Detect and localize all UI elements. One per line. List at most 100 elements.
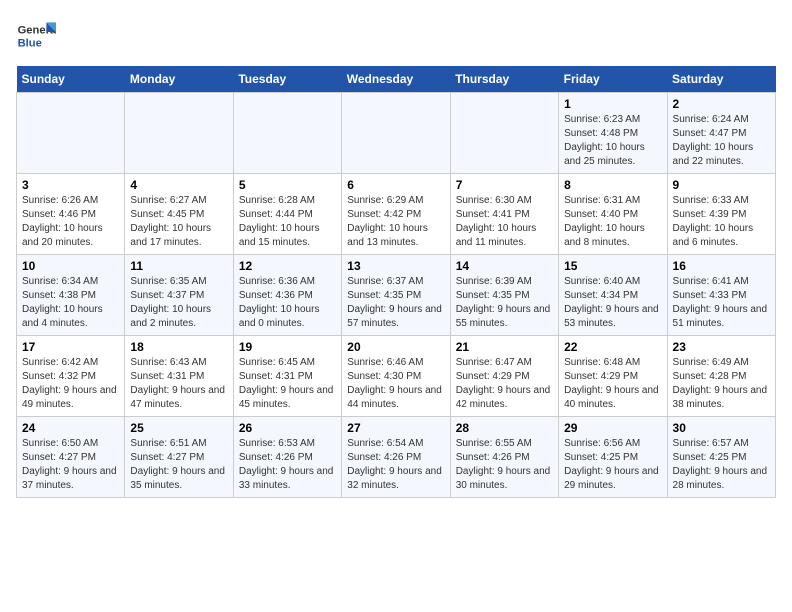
day-info: Sunrise: 6:42 AMSunset: 4:32 PMDaylight:… bbox=[22, 356, 119, 412]
day-info: Sunrise: 6:23 AMSunset: 4:48 PMDaylight:… bbox=[564, 113, 661, 169]
day-number: 1 bbox=[564, 97, 661, 111]
day-info: Sunrise: 6:43 AMSunset: 4:31 PMDaylight:… bbox=[130, 356, 227, 412]
calendar-day-cell: 9 Sunrise: 6:33 AMSunset: 4:39 PMDaylight… bbox=[667, 174, 775, 255]
calendar-day-cell: 6 Sunrise: 6:29 AMSunset: 4:42 PMDaylight… bbox=[342, 174, 450, 255]
day-info: Sunrise: 6:41 AMSunset: 4:33 PMDaylight:… bbox=[673, 275, 770, 331]
calendar-day-cell bbox=[17, 93, 125, 174]
calendar-day-cell: 16 Sunrise: 6:41 AMSunset: 4:33 PMDayligh… bbox=[667, 255, 775, 336]
day-number: 15 bbox=[564, 259, 661, 273]
day-info: Sunrise: 6:49 AMSunset: 4:28 PMDaylight:… bbox=[673, 356, 770, 412]
day-number: 7 bbox=[456, 178, 553, 192]
day-info: Sunrise: 6:26 AMSunset: 4:46 PMDaylight:… bbox=[22, 194, 119, 250]
day-info: Sunrise: 6:31 AMSunset: 4:40 PMDaylight:… bbox=[564, 194, 661, 250]
weekday-header: Wednesday bbox=[342, 66, 450, 93]
calendar-day-cell: 5 Sunrise: 6:28 AMSunset: 4:44 PMDaylight… bbox=[233, 174, 341, 255]
day-number: 14 bbox=[456, 259, 553, 273]
calendar-day-cell bbox=[342, 93, 450, 174]
day-info: Sunrise: 6:29 AMSunset: 4:42 PMDaylight:… bbox=[347, 194, 444, 250]
calendar-day-cell: 23 Sunrise: 6:49 AMSunset: 4:28 PMDayligh… bbox=[667, 336, 775, 417]
calendar-day-cell: 11 Sunrise: 6:35 AMSunset: 4:37 PMDayligh… bbox=[125, 255, 233, 336]
calendar-day-cell: 18 Sunrise: 6:43 AMSunset: 4:31 PMDayligh… bbox=[125, 336, 233, 417]
calendar-day-cell: 29 Sunrise: 6:56 AMSunset: 4:25 PMDayligh… bbox=[559, 417, 667, 498]
calendar-day-cell: 24 Sunrise: 6:50 AMSunset: 4:27 PMDayligh… bbox=[17, 417, 125, 498]
day-info: Sunrise: 6:54 AMSunset: 4:26 PMDaylight:… bbox=[347, 437, 444, 493]
day-info: Sunrise: 6:27 AMSunset: 4:45 PMDaylight:… bbox=[130, 194, 227, 250]
day-number: 17 bbox=[22, 340, 119, 354]
day-info: Sunrise: 6:50 AMSunset: 4:27 PMDaylight:… bbox=[22, 437, 119, 493]
weekday-header: Friday bbox=[559, 66, 667, 93]
day-number: 23 bbox=[673, 340, 770, 354]
day-info: Sunrise: 6:36 AMSunset: 4:36 PMDaylight:… bbox=[239, 275, 336, 331]
day-info: Sunrise: 6:39 AMSunset: 4:35 PMDaylight:… bbox=[456, 275, 553, 331]
calendar-table: SundayMondayTuesdayWednesdayThursdayFrid… bbox=[16, 66, 776, 498]
day-info: Sunrise: 6:48 AMSunset: 4:29 PMDaylight:… bbox=[564, 356, 661, 412]
day-number: 6 bbox=[347, 178, 444, 192]
calendar-day-cell: 27 Sunrise: 6:54 AMSunset: 4:26 PMDayligh… bbox=[342, 417, 450, 498]
day-info: Sunrise: 6:45 AMSunset: 4:31 PMDaylight:… bbox=[239, 356, 336, 412]
weekday-header-row: SundayMondayTuesdayWednesdayThursdayFrid… bbox=[17, 66, 776, 93]
calendar-day-cell: 8Sunrise: 6:31 AMSunset: 4:40 PMDaylight… bbox=[559, 174, 667, 255]
day-number: 10 bbox=[22, 259, 119, 273]
day-info: Sunrise: 6:53 AMSunset: 4:26 PMDaylight:… bbox=[239, 437, 336, 493]
calendar-week-row: 10 Sunrise: 6:34 AMSunset: 4:38 PMDayligh… bbox=[17, 255, 776, 336]
day-info: Sunrise: 6:47 AMSunset: 4:29 PMDaylight:… bbox=[456, 356, 553, 412]
weekday-header: Monday bbox=[125, 66, 233, 93]
day-number: 12 bbox=[239, 259, 336, 273]
day-info: Sunrise: 6:35 AMSunset: 4:37 PMDaylight:… bbox=[130, 275, 227, 331]
day-number: 30 bbox=[673, 421, 770, 435]
day-number: 26 bbox=[239, 421, 336, 435]
calendar-day-cell: 7 Sunrise: 6:30 AMSunset: 4:41 PMDaylight… bbox=[450, 174, 558, 255]
day-number: 24 bbox=[22, 421, 119, 435]
day-number: 5 bbox=[239, 178, 336, 192]
day-number: 20 bbox=[347, 340, 444, 354]
calendar-day-cell: 25 Sunrise: 6:51 AMSunset: 4:27 PMDayligh… bbox=[125, 417, 233, 498]
calendar-day-cell: 14 Sunrise: 6:39 AMSunset: 4:35 PMDayligh… bbox=[450, 255, 558, 336]
day-number: 22 bbox=[564, 340, 661, 354]
calendar-day-cell: 12 Sunrise: 6:36 AMSunset: 4:36 PMDayligh… bbox=[233, 255, 341, 336]
day-number: 19 bbox=[239, 340, 336, 354]
day-info: Sunrise: 6:55 AMSunset: 4:26 PMDaylight:… bbox=[456, 437, 553, 493]
calendar-week-row: 24 Sunrise: 6:50 AMSunset: 4:27 PMDayligh… bbox=[17, 417, 776, 498]
weekday-header: Sunday bbox=[17, 66, 125, 93]
calendar-day-cell: 28 Sunrise: 6:55 AMSunset: 4:26 PMDayligh… bbox=[450, 417, 558, 498]
day-number: 28 bbox=[456, 421, 553, 435]
calendar-week-row: 1 Sunrise: 6:23 AMSunset: 4:48 PMDaylight… bbox=[17, 93, 776, 174]
day-number: 3 bbox=[22, 178, 119, 192]
day-number: 18 bbox=[130, 340, 227, 354]
calendar-day-cell: 20 Sunrise: 6:46 AMSunset: 4:30 PMDayligh… bbox=[342, 336, 450, 417]
calendar-day-cell bbox=[233, 93, 341, 174]
day-number: 25 bbox=[130, 421, 227, 435]
day-info: Sunrise: 6:37 AMSunset: 4:35 PMDaylight:… bbox=[347, 275, 444, 331]
day-number: 2 bbox=[673, 97, 770, 111]
calendar-day-cell: 22 Sunrise: 6:48 AMSunset: 4:29 PMDayligh… bbox=[559, 336, 667, 417]
day-number: 4 bbox=[130, 178, 227, 192]
day-number: 27 bbox=[347, 421, 444, 435]
day-info: Sunrise: 6:33 AMSunset: 4:39 PMDaylight:… bbox=[673, 194, 770, 250]
calendar-day-cell: 30Sunrise: 6:57 AMSunset: 4:25 PMDayligh… bbox=[667, 417, 775, 498]
calendar-day-cell: 2Sunrise: 6:24 AMSunset: 4:47 PMDaylight… bbox=[667, 93, 775, 174]
calendar-day-cell: 1 Sunrise: 6:23 AMSunset: 4:48 PMDaylight… bbox=[559, 93, 667, 174]
weekday-header: Tuesday bbox=[233, 66, 341, 93]
calendar-day-cell: 15Sunrise: 6:40 AMSunset: 4:34 PMDayligh… bbox=[559, 255, 667, 336]
day-number: 9 bbox=[673, 178, 770, 192]
calendar-day-cell: 10 Sunrise: 6:34 AMSunset: 4:38 PMDayligh… bbox=[17, 255, 125, 336]
day-info: Sunrise: 6:46 AMSunset: 4:30 PMDaylight:… bbox=[347, 356, 444, 412]
logo: General Blue bbox=[16, 16, 60, 56]
calendar-day-cell: 4 Sunrise: 6:27 AMSunset: 4:45 PMDaylight… bbox=[125, 174, 233, 255]
svg-text:Blue: Blue bbox=[18, 37, 42, 49]
weekday-header: Saturday bbox=[667, 66, 775, 93]
day-info: Sunrise: 6:28 AMSunset: 4:44 PMDaylight:… bbox=[239, 194, 336, 250]
day-info: Sunrise: 6:34 AMSunset: 4:38 PMDaylight:… bbox=[22, 275, 119, 331]
day-info: Sunrise: 6:30 AMSunset: 4:41 PMDaylight:… bbox=[456, 194, 553, 250]
day-number: 11 bbox=[130, 259, 227, 273]
day-info: Sunrise: 6:56 AMSunset: 4:25 PMDaylight:… bbox=[564, 437, 661, 493]
day-number: 21 bbox=[456, 340, 553, 354]
day-number: 13 bbox=[347, 259, 444, 273]
day-number: 29 bbox=[564, 421, 661, 435]
day-info: Sunrise: 6:51 AMSunset: 4:27 PMDaylight:… bbox=[130, 437, 227, 493]
calendar-day-cell: 13 Sunrise: 6:37 AMSunset: 4:35 PMDayligh… bbox=[342, 255, 450, 336]
calendar-day-cell: 26 Sunrise: 6:53 AMSunset: 4:26 PMDayligh… bbox=[233, 417, 341, 498]
calendar-day-cell: 17 Sunrise: 6:42 AMSunset: 4:32 PMDayligh… bbox=[17, 336, 125, 417]
calendar-day-cell bbox=[450, 93, 558, 174]
day-number: 16 bbox=[673, 259, 770, 273]
